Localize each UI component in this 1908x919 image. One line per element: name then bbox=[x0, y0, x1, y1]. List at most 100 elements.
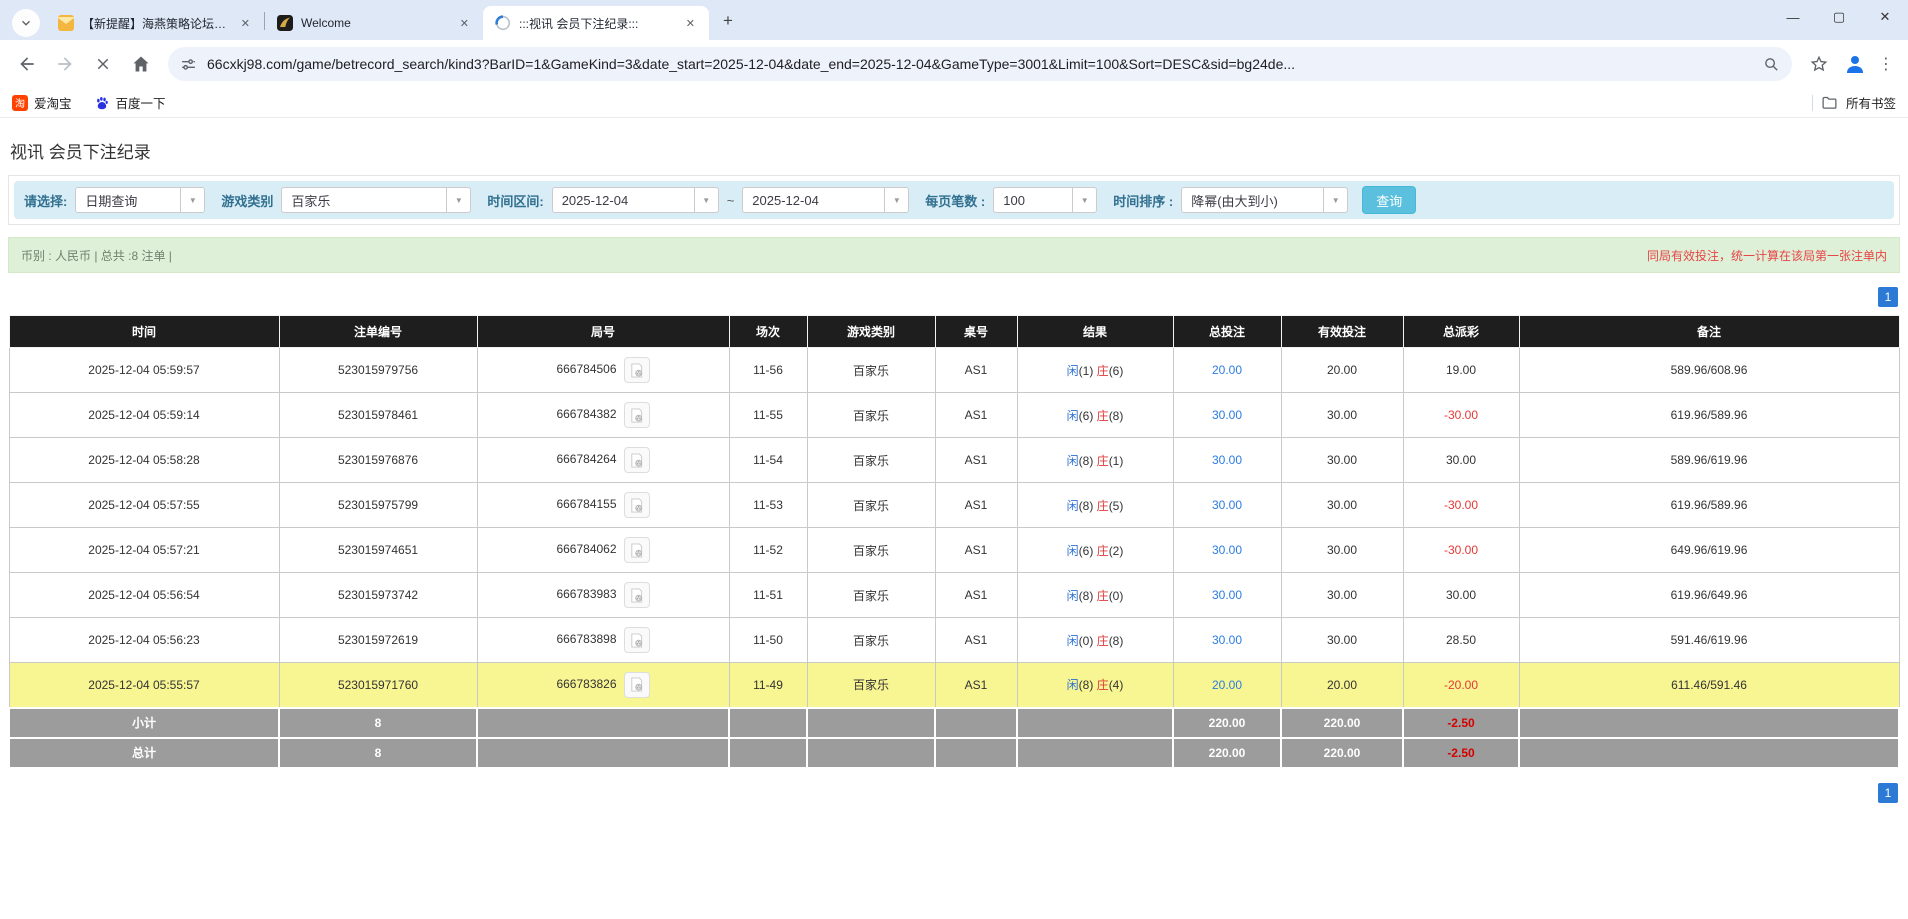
round-cell: 666784506 bbox=[476, 347, 730, 393]
game-kind-select[interactable]: 百家乐 ▼ bbox=[281, 187, 472, 213]
banker-result-label: 庄 bbox=[1096, 498, 1109, 513]
video-replay-button[interactable] bbox=[623, 627, 650, 653]
session: 11-52 bbox=[728, 527, 808, 573]
bet-id: 523015971760 bbox=[278, 662, 478, 708]
round-id: 666783826 bbox=[556, 676, 617, 691]
video-file-icon bbox=[631, 362, 643, 378]
column-header-session: 场次 bbox=[728, 315, 808, 348]
page-number-button[interactable]: 1 bbox=[1878, 782, 1898, 803]
date-range-label: 时间区间: bbox=[487, 193, 544, 209]
date-start-select[interactable]: 2025-12-04 ▼ bbox=[551, 187, 719, 213]
player-result-count: (1) bbox=[1078, 363, 1094, 378]
video-replay-button[interactable] bbox=[623, 492, 650, 518]
profile-button[interactable] bbox=[1840, 49, 1870, 79]
valid-bet: 30.00 bbox=[1280, 527, 1404, 573]
total-bet-link[interactable]: 20.00 bbox=[1212, 363, 1242, 377]
total-bet-link[interactable]: 30.00 bbox=[1212, 408, 1242, 422]
video-replay-button[interactable] bbox=[623, 537, 650, 563]
stop-x-icon bbox=[97, 58, 109, 70]
per-page-value: 100 bbox=[1003, 192, 1025, 208]
note: 589.96/619.96 bbox=[1518, 437, 1900, 483]
banker-result-label: 庄 bbox=[1096, 408, 1109, 423]
all-bookmarks-label: 所有书签 bbox=[1845, 97, 1896, 111]
round-cell: 666783826 bbox=[476, 662, 730, 708]
per-page-select[interactable]: 100 ▼ bbox=[993, 187, 1098, 213]
column-header-game: 游戏类别 bbox=[806, 315, 936, 348]
taobao-icon: 淘 bbox=[12, 94, 28, 111]
tab-close-icon[interactable]: ✕ bbox=[456, 15, 473, 32]
table-row: 2025-12-04 05:58:28 523015976876 6667842… bbox=[8, 437, 1900, 483]
total-bet-link[interactable]: 30.00 bbox=[1212, 588, 1242, 602]
total-bet-link[interactable]: 20.00 bbox=[1212, 678, 1242, 692]
bet-time: 2025-12-04 05:55:57 bbox=[8, 662, 280, 708]
browser-menu-button[interactable]: ⋮ bbox=[1874, 54, 1898, 74]
new-tab-button[interactable]: + bbox=[715, 8, 741, 34]
video-replay-button[interactable] bbox=[623, 447, 650, 473]
bookmark-taobao[interactable]: 淘 爱淘宝 bbox=[12, 93, 72, 112]
home-button[interactable] bbox=[124, 47, 158, 81]
player-result-label: 闲 bbox=[1066, 678, 1079, 693]
total-bet-link[interactable]: 30.00 bbox=[1212, 498, 1242, 512]
query-button[interactable]: 查询 bbox=[1362, 186, 1417, 214]
browser-tab-forum[interactable]: 【新提醒】海燕策略论坛 - 综合 ✕ bbox=[46, 6, 264, 40]
url-bar[interactable]: 66cxkj98.com/game/betrecord_search/kind3… bbox=[168, 47, 1792, 81]
bookmark-baidu[interactable]: 百度一下 bbox=[94, 93, 166, 112]
bet-time: 2025-12-04 05:57:55 bbox=[8, 482, 280, 528]
browser-tab-betrecord-active[interactable]: :::视讯 会员下注纪录::: ✕ bbox=[483, 6, 709, 40]
game-kind-label: 游戏类别 bbox=[221, 193, 274, 209]
sort-select[interactable]: 降幂(由大到小) ▼ bbox=[1181, 187, 1349, 213]
total-bet-link[interactable]: 30.00 bbox=[1212, 543, 1242, 557]
bet-table: 时间 注单编号 局号 场次 游戏类别 桌号 结果 总投注 有效投注 总派彩 备注… bbox=[8, 315, 1900, 769]
video-replay-button[interactable] bbox=[623, 582, 650, 608]
video-replay-button[interactable] bbox=[623, 357, 650, 383]
game-kind: 百家乐 bbox=[806, 662, 936, 708]
total-bet-link[interactable]: 30.00 bbox=[1212, 633, 1242, 647]
tab-close-icon[interactable]: ✕ bbox=[237, 15, 254, 32]
banker-result-count: (8) bbox=[1108, 408, 1124, 423]
chevron-down-icon bbox=[22, 20, 30, 26]
payout: -30.00 bbox=[1402, 527, 1520, 573]
round-cell: 666784062 bbox=[476, 527, 730, 573]
total-bet-link[interactable]: 30.00 bbox=[1212, 453, 1242, 467]
game-kind: 百家乐 bbox=[806, 392, 936, 438]
bookmark-star-button[interactable] bbox=[1802, 47, 1836, 81]
valid-bet: 30.00 bbox=[1280, 572, 1404, 618]
welcome-favicon-icon bbox=[277, 15, 293, 31]
tab-close-icon[interactable]: ✕ bbox=[682, 15, 699, 32]
window-controls: — ▢ ✕ bbox=[1770, 0, 1908, 34]
date-end-value: 2025-12-04 bbox=[752, 192, 819, 208]
minimize-button[interactable]: — bbox=[1770, 0, 1816, 34]
bet-time: 2025-12-04 05:56:54 bbox=[8, 572, 280, 618]
tab-title: 【新提醒】海燕策略论坛 - 综合 bbox=[82, 16, 229, 31]
bet-time: 2025-12-04 05:59:57 bbox=[8, 347, 280, 393]
back-button[interactable] bbox=[10, 47, 44, 81]
valid-bet: 30.00 bbox=[1280, 437, 1404, 483]
forward-button[interactable] bbox=[48, 47, 82, 81]
video-replay-button[interactable] bbox=[623, 671, 650, 698]
maximize-button[interactable]: ▢ bbox=[1816, 0, 1862, 34]
total-total-bet: 220.00 bbox=[1172, 736, 1282, 769]
result-cell: 闲(8) 庄(1) bbox=[1016, 437, 1174, 483]
table-number: AS1 bbox=[934, 392, 1018, 438]
browser-tab-welcome[interactable]: Welcome ✕ bbox=[265, 6, 483, 40]
all-bookmarks[interactable]: 所有书签 bbox=[1811, 93, 1896, 112]
player-result-label: 闲 bbox=[1066, 363, 1079, 378]
query-type-select[interactable]: 日期查询 ▼ bbox=[75, 187, 206, 213]
page-number-button[interactable]: 1 bbox=[1878, 287, 1898, 307]
video-replay-button[interactable] bbox=[623, 402, 650, 428]
back-arrow-icon bbox=[20, 57, 34, 71]
game-kind-value: 百家乐 bbox=[291, 193, 331, 209]
total-valid-bet: 220.00 bbox=[1280, 736, 1404, 769]
valid-bet: 30.00 bbox=[1280, 617, 1404, 663]
query-type-label: 请选择: bbox=[24, 193, 68, 209]
result-cell: 闲(6) 庄(8) bbox=[1016, 392, 1174, 438]
filter-panel: 请选择: 日期查询 ▼ 游戏类别 百家乐 ▼ 时间区间: 2025-12-04 … bbox=[8, 175, 1900, 225]
url-input[interactable]: 66cxkj98.com/game/betrecord_search/kind3… bbox=[207, 56, 1753, 72]
date-end-select[interactable]: 2025-12-04 ▼ bbox=[742, 187, 910, 213]
player-result-count: (6) bbox=[1078, 408, 1094, 423]
stop-loading-button[interactable] bbox=[86, 47, 120, 81]
round-id: 666784382 bbox=[556, 407, 617, 422]
close-button[interactable]: ✕ bbox=[1862, 0, 1908, 34]
tab-search-button[interactable] bbox=[12, 9, 40, 37]
zoom-icon[interactable] bbox=[1763, 56, 1780, 73]
